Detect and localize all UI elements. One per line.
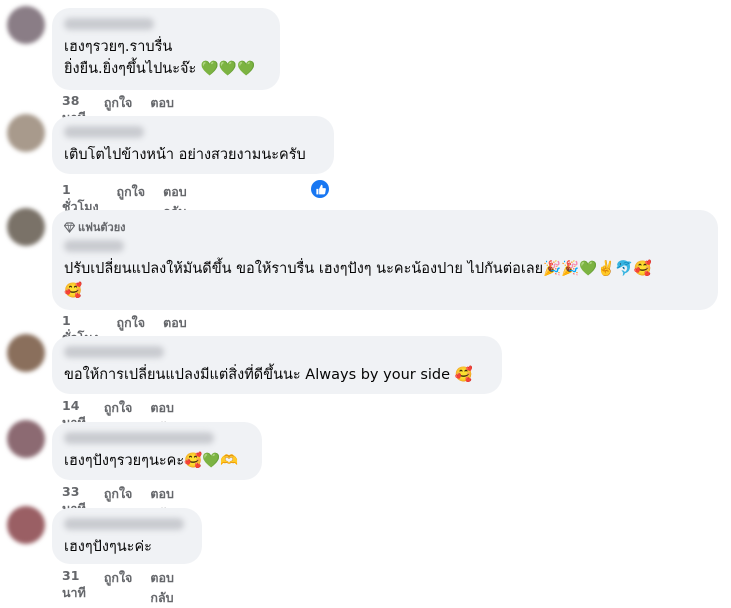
avatar[interactable] [7, 334, 45, 372]
like-button[interactable]: ถูกใจ [104, 568, 133, 608]
author-name-blurred[interactable] [64, 18, 154, 30]
reply-button[interactable]: ตอบกลับ [150, 568, 174, 608]
author-name-blurred[interactable] [64, 346, 164, 358]
badge-label: แฟนตัวยง [78, 221, 126, 234]
top-fan-badge: แฟนตัวยง [64, 218, 706, 236]
comment-bubble: เฮงๆปังๆรวยๆนะคะ🥰💚🫶 [52, 422, 262, 480]
comment-text: เฮงๆปังๆนะค่ะ [64, 539, 152, 555]
thumbs-up-icon[interactable] [309, 178, 331, 200]
comment-text: เฮงๆรวยๆ.ราบรื่น ยิ่งยืน.ยิ่งๆขึ้นไปนะจ๊… [64, 39, 256, 77]
comment-bubble: แฟนตัวยง ปรับเปลี่ยนแปลงให้มันดีขึ้น ขอใ… [52, 210, 718, 310]
avatar[interactable] [7, 208, 45, 246]
comment-bubble: ขอให้การเปลี่ยนแปลงมีแต่สิ่งที่ดีขึ้นนะ … [52, 336, 502, 394]
comment-text: เติบโตไปข้างหน้า อย่างสวยงามนะครับ [64, 147, 306, 163]
comment-text: ปรับเปลี่ยนแปลงให้มันดีขึ้น ขอให้ราบรื่น… [64, 261, 652, 299]
author-name-blurred[interactable] [64, 126, 144, 138]
author-name-blurred[interactable] [64, 240, 124, 252]
comment-text: ขอให้การเปลี่ยนแปลงมีแต่สิ่งที่ดีขึ้นนะ … [64, 367, 473, 383]
author-name-blurred[interactable] [64, 432, 214, 444]
author-name-blurred[interactable] [64, 518, 184, 530]
avatar[interactable] [7, 420, 45, 458]
comment-actions: 31 นาที ถูกใจ ตอบกลับ [62, 568, 174, 608]
diamond-icon [64, 221, 75, 233]
avatar[interactable] [7, 506, 45, 544]
comment-bubble: เฮงๆรวยๆ.ราบรื่น ยิ่งยืน.ยิ่งๆขึ้นไปนะจ๊… [52, 8, 280, 90]
comment-bubble: เติบโตไปข้างหน้า อย่างสวยงามนะครับ [52, 116, 334, 174]
avatar[interactable] [7, 114, 45, 152]
timestamp[interactable]: 31 นาที [62, 568, 86, 608]
comment-text: เฮงๆปังๆรวยๆนะคะ🥰💚🫶 [64, 453, 239, 469]
avatar[interactable] [7, 6, 45, 44]
comment-bubble: เฮงๆปังๆนะค่ะ [52, 508, 202, 564]
